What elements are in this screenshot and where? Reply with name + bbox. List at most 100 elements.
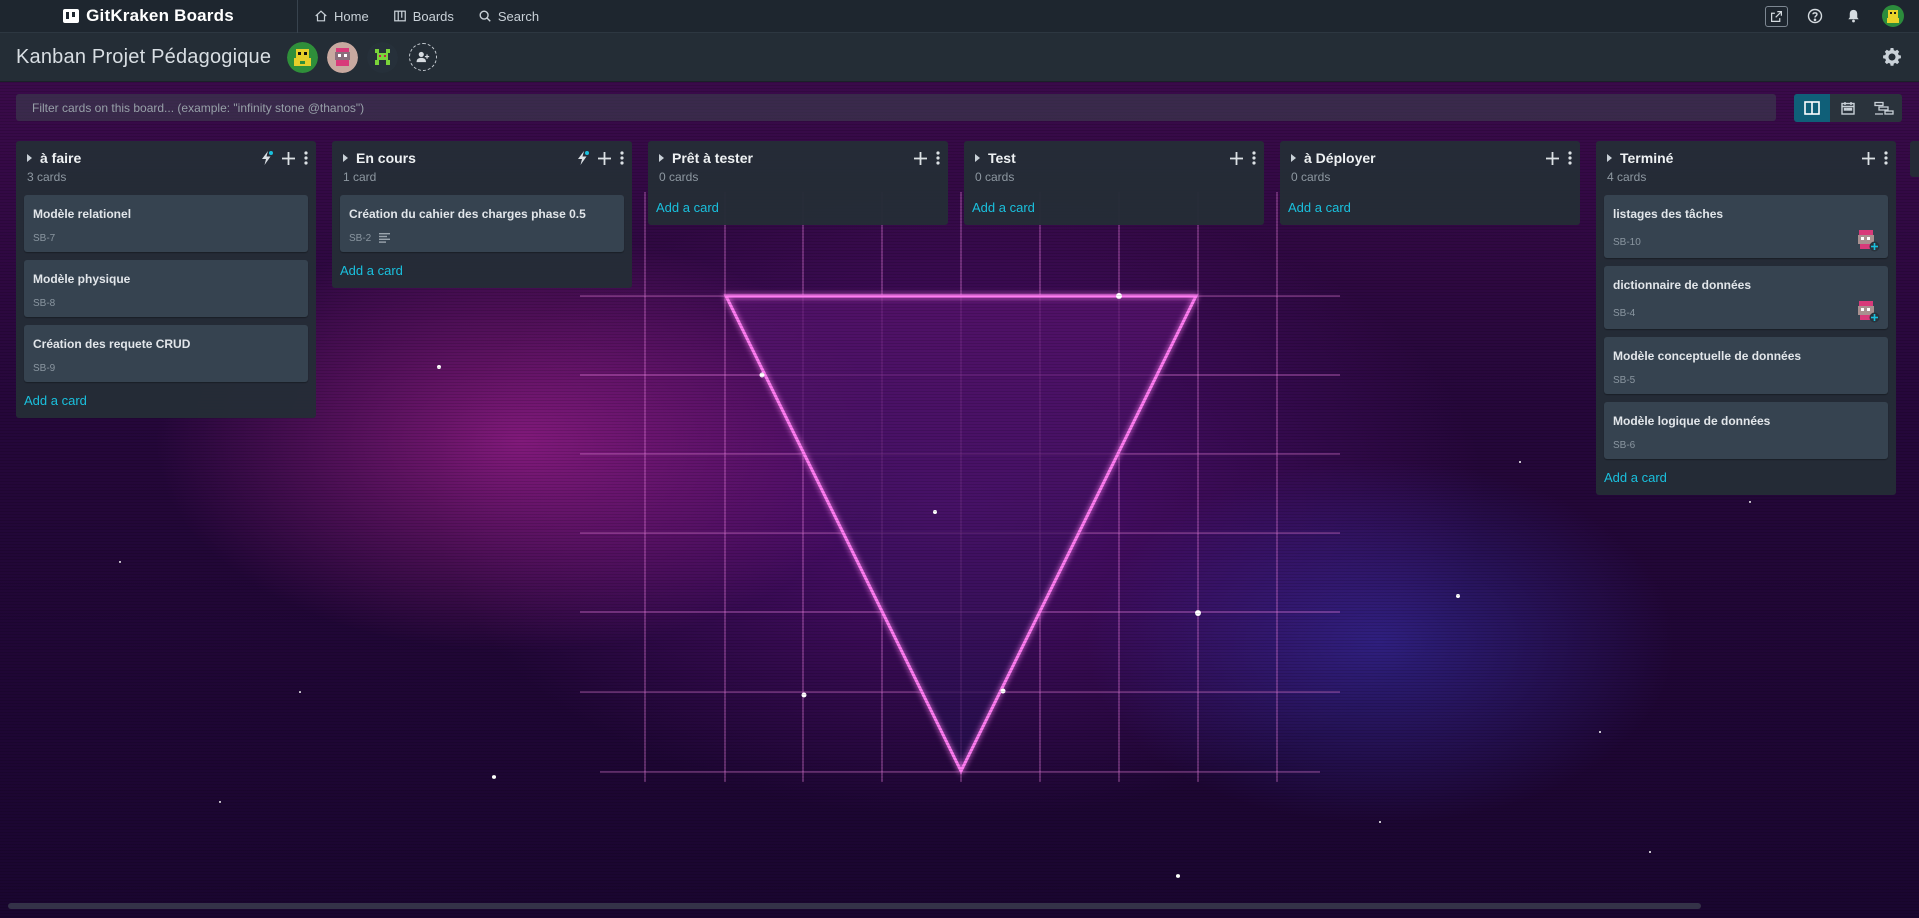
column-title[interactable]: Test	[988, 150, 1016, 166]
plus-icon	[914, 151, 927, 165]
card[interactable]: Création du cahier des charges phase 0.5…	[340, 195, 624, 252]
collapse-caret-icon[interactable]	[659, 154, 664, 162]
help-button[interactable]	[1802, 4, 1827, 29]
column-a-faire: à faire 3 cards Modèle relationel SB-7 M…	[16, 141, 316, 418]
lightning-icon	[262, 151, 273, 165]
help-icon	[1807, 8, 1822, 24]
more-vertical-icon	[1252, 151, 1256, 165]
add-card-plus-button[interactable]	[914, 151, 927, 165]
add-card-link[interactable]: Add a card	[340, 263, 624, 278]
board-title[interactable]: Kanban Projet Pédagogique	[16, 46, 271, 69]
add-card-plus-button[interactable]	[1546, 151, 1559, 165]
card[interactable]: listages des tâches SB-10	[1604, 195, 1888, 258]
card-id: SB-6	[1613, 439, 1636, 451]
member-avatar-3[interactable]	[367, 41, 399, 73]
column-menu-button[interactable]	[1884, 151, 1888, 165]
collapse-caret-icon[interactable]	[27, 154, 32, 162]
more-vertical-icon	[304, 151, 308, 165]
add-card-link[interactable]: Add a card	[972, 200, 1256, 215]
assignee-avatar-icon[interactable]	[1856, 299, 1880, 323]
nav-search-label: Search	[497, 8, 540, 24]
board-settings-icon[interactable]	[1882, 47, 1902, 67]
column-actions	[1546, 151, 1572, 165]
card-id: SB-5	[1613, 374, 1636, 386]
column-card-count: 1 card	[343, 170, 377, 184]
nav-home-link[interactable]: Home	[314, 9, 369, 24]
card[interactable]: Modèle logique de données SB-6	[1604, 402, 1888, 459]
more-vertical-icon	[1568, 151, 1572, 165]
board-header: Kanban Projet Pédagogique	[0, 33, 1919, 82]
column-title[interactable]: à Déployer	[1304, 150, 1376, 166]
board-view-button[interactable]	[1794, 94, 1830, 122]
boards-logo-icon	[63, 9, 80, 23]
column-title[interactable]: Prêt à tester	[672, 150, 753, 166]
column-menu-button[interactable]	[304, 151, 308, 165]
column-card-count: 0 cards	[1291, 170, 1331, 184]
card[interactable]: dictionnaire de données SB-4	[1604, 266, 1888, 329]
plus-icon	[1546, 151, 1559, 165]
column-menu-button[interactable]	[1252, 151, 1256, 165]
timeline-icon	[1874, 101, 1894, 115]
card-title: listages des tâches	[1613, 207, 1724, 221]
boards-icon	[393, 10, 406, 22]
assignee-avatar-icon[interactable]	[1856, 228, 1880, 252]
collapse-caret-icon[interactable]	[975, 154, 980, 162]
add-card-link[interactable]: Add a card	[1288, 200, 1572, 215]
column-menu-button[interactable]	[620, 151, 624, 165]
add-card-plus-button[interactable]	[1862, 151, 1875, 165]
collapse-caret-icon[interactable]	[1291, 154, 1296, 162]
column-title[interactable]: Terminé	[1620, 150, 1673, 166]
column-menu-button[interactable]	[936, 151, 940, 165]
timeline-view-button[interactable]	[1866, 94, 1902, 122]
collapse-caret-icon[interactable]	[1607, 154, 1612, 162]
add-card-plus-button[interactable]	[1230, 151, 1243, 165]
next-column-edge[interactable]	[1910, 141, 1919, 177]
card[interactable]: Modèle relationel SB-7	[24, 195, 308, 252]
add-card-plus-button[interactable]	[282, 151, 295, 165]
add-user-icon	[416, 51, 430, 63]
card[interactable]: Création des requete CRUD SB-9	[24, 325, 308, 382]
column-actions	[1230, 151, 1256, 165]
add-card-plus-button[interactable]	[598, 151, 611, 165]
card-list: Modèle relationel SB-7 Modèle physique S…	[24, 195, 308, 382]
nav-search-link[interactable]: Search	[478, 9, 539, 24]
column-header: à Déployer	[1288, 149, 1572, 167]
nav-home-label: Home	[334, 8, 369, 24]
brand-logo[interactable]: GitKraken Boards	[0, 0, 298, 33]
automation-button[interactable]	[261, 151, 273, 165]
member-avatar-1[interactable]	[287, 41, 319, 73]
card-id: SB-8	[33, 297, 56, 309]
card[interactable]: Modèle physique SB-8	[24, 260, 308, 317]
collapse-caret-icon[interactable]	[343, 154, 348, 162]
pixel-avatar-icon	[367, 41, 399, 73]
add-card-link[interactable]: Add a card	[656, 200, 940, 215]
plus-icon	[1230, 151, 1243, 165]
column-card-count: 0 cards	[975, 170, 1015, 184]
more-vertical-icon	[936, 151, 940, 165]
nav-right-actions	[1765, 4, 1919, 29]
card-id: SB-2	[349, 232, 372, 244]
filter-cards-input[interactable]	[16, 94, 1776, 121]
automation-button[interactable]	[577, 151, 589, 165]
add-card-link[interactable]: Add a card	[1604, 470, 1888, 485]
card-title: Modèle relationel	[33, 207, 132, 221]
external-link-button[interactable]	[1765, 5, 1788, 27]
calendar-view-button[interactable]	[1830, 94, 1866, 122]
column-actions	[1862, 151, 1888, 165]
member-avatar-2[interactable]	[327, 41, 359, 73]
nav-boards-link[interactable]: Boards	[393, 9, 454, 24]
card[interactable]: Modèle conceptuelle de données SB-5	[1604, 337, 1888, 394]
column-title[interactable]: à faire	[40, 150, 81, 166]
column-actions	[577, 151, 624, 165]
add-card-link[interactable]: Add a card	[24, 393, 308, 408]
column-title[interactable]: En cours	[356, 150, 416, 166]
plus-icon	[282, 151, 295, 165]
column-menu-button[interactable]	[1568, 151, 1572, 165]
column-header: à faire	[24, 149, 308, 167]
horizontal-scrollbar[interactable]	[8, 903, 1701, 909]
user-menu-button[interactable]	[1880, 4, 1905, 29]
card-title: Modèle physique	[33, 272, 131, 286]
column-card-count: 0 cards	[659, 170, 699, 184]
notifications-button[interactable]	[1841, 4, 1866, 29]
add-member-button[interactable]	[409, 43, 438, 71]
